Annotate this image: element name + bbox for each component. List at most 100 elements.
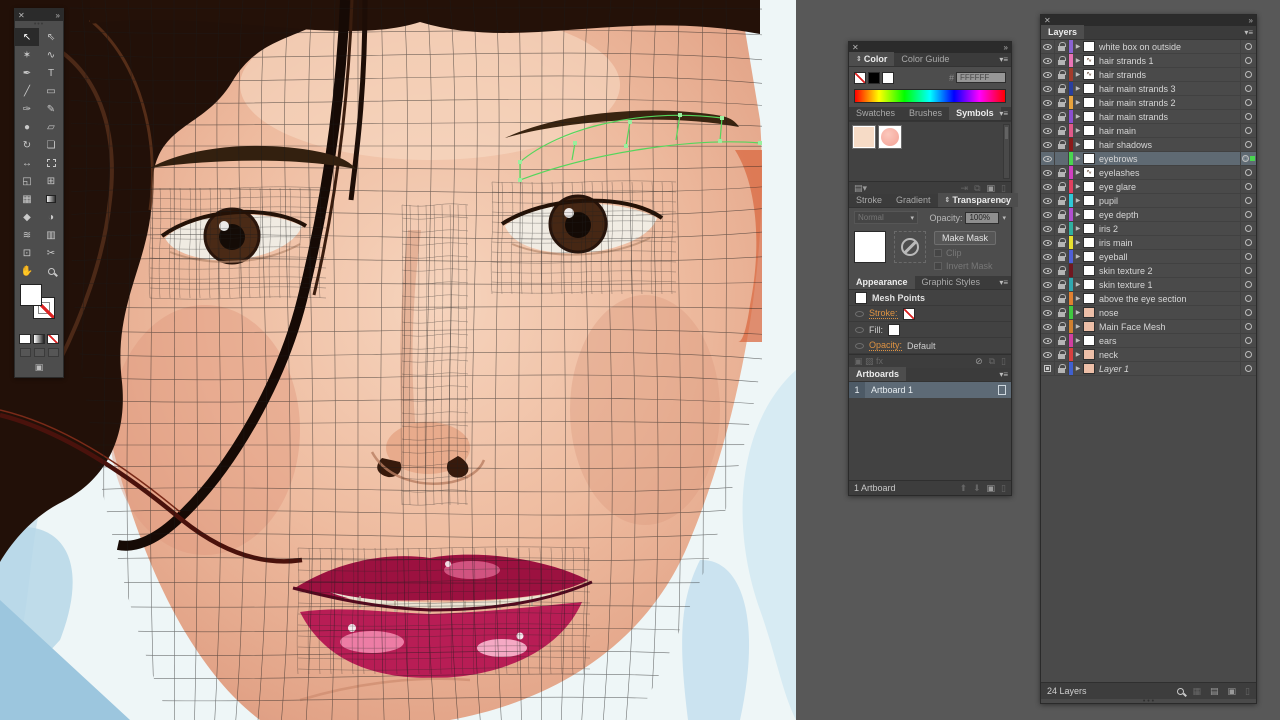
expand-triangle-icon[interactable]: ▶ — [1073, 323, 1083, 330]
delete-layer-icon[interactable]: ▯ — [1245, 686, 1250, 697]
lock-icon[interactable] — [1058, 298, 1065, 303]
artboard-name[interactable]: Artboard 1 — [865, 385, 913, 395]
symbol-skin-swatch[interactable] — [852, 125, 876, 149]
tools-drag-grip[interactable]: ••• — [15, 21, 63, 28]
panelgroup-close-icon[interactable]: ✕ — [852, 43, 859, 52]
symbols-panel-menu-icon[interactable]: ▾≡ — [999, 109, 1008, 118]
stroke-link[interactable]: Stroke: — [869, 308, 898, 319]
lock-icon[interactable] — [1058, 144, 1065, 149]
layer-row[interactable]: ▶pupil — [1041, 194, 1256, 208]
lock-icon[interactable] — [1058, 326, 1065, 331]
artboard-page-icon[interactable] — [998, 385, 1006, 395]
layer-name[interactable]: hair strands 1 — [1099, 56, 1154, 66]
layer-name[interactable]: above the eye section — [1099, 294, 1187, 304]
none-mode-button[interactable] — [47, 334, 59, 344]
color-none-swatch[interactable] — [854, 72, 866, 84]
stroke-visibility-eye-icon[interactable] — [855, 311, 864, 317]
visibility-eye-icon[interactable] — [1043, 268, 1052, 274]
hand-tool[interactable]: ✋ — [15, 262, 39, 280]
lock-icon[interactable] — [1058, 242, 1065, 247]
expand-triangle-icon[interactable]: ▶ — [1073, 141, 1083, 148]
opacity-field[interactable]: 100% — [965, 212, 999, 224]
layer-name[interactable]: iris 2 — [1099, 224, 1118, 234]
expand-triangle-icon[interactable]: ▶ — [1073, 211, 1083, 218]
delete-symbol-icon[interactable]: ▯ — [1001, 183, 1006, 194]
layer-thumbnail[interactable] — [1083, 111, 1095, 122]
layer-row[interactable]: ▶above the eye section — [1041, 292, 1256, 306]
layer-row[interactable]: ▶eye depth — [1041, 208, 1256, 222]
draw-inside-mode-button[interactable] — [48, 348, 59, 357]
expand-triangle-icon[interactable]: ▶ — [1073, 183, 1083, 190]
visibility-eye-icon[interactable] — [1043, 310, 1052, 316]
blend-tool[interactable]: ◑ — [39, 208, 63, 226]
pen-tool[interactable]: ✒ — [15, 64, 39, 82]
layer-row[interactable]: ▶hair main strands 3 — [1041, 82, 1256, 96]
layer-row[interactable]: ▶eyebrows — [1041, 152, 1256, 166]
tab-symbols[interactable]: Symbols — [949, 106, 1001, 120]
layer-name[interactable]: Main Face Mesh — [1099, 322, 1166, 332]
layer-name[interactable]: hair shadows — [1099, 140, 1152, 150]
layer-thumbnail[interactable] — [1083, 97, 1095, 108]
layer-thumbnail[interactable] — [1083, 279, 1095, 290]
artboard-row[interactable]: 1 Artboard 1 — [849, 382, 1011, 398]
screen-mode-button[interactable]: ▣ — [35, 362, 44, 373]
tab-appearance[interactable]: Appearance — [849, 275, 915, 289]
slice-tool[interactable]: ✂ — [39, 244, 63, 262]
new-symbol-icon[interactable]: ▣ — [987, 183, 996, 194]
template-layer-icon[interactable] — [1044, 365, 1051, 372]
lock-icon[interactable] — [1058, 116, 1065, 121]
rectangle-tool[interactable]: ▭ — [39, 82, 63, 100]
visibility-eye-icon[interactable] — [1043, 338, 1052, 344]
perspective-grid-tool[interactable]: ⊞ — [39, 172, 63, 190]
layer-thumbnail[interactable]: ∿ — [1083, 167, 1095, 178]
target-circle-icon[interactable] — [1245, 197, 1252, 204]
expand-triangle-icon[interactable]: ▶ — [1073, 113, 1083, 120]
opacity-visibility-eye-icon[interactable] — [855, 343, 864, 349]
layer-thumbnail[interactable] — [1083, 293, 1095, 304]
tab-stroke[interactable]: Stroke — [849, 193, 889, 207]
layer-row[interactable]: ▶iris 2 — [1041, 222, 1256, 236]
target-circle-icon[interactable] — [1245, 281, 1252, 288]
place-symbol-instance-icon[interactable]: ⇥ — [961, 183, 969, 194]
shape-builder-tool[interactable]: ◱ — [15, 172, 39, 190]
expand-triangle-icon[interactable]: ▶ — [1073, 57, 1083, 64]
opacity-dropdown-arrow-icon[interactable]: ▾ — [1002, 214, 1006, 222]
draw-behind-mode-button[interactable] — [34, 348, 45, 357]
eraser-tool[interactable]: ▱ — [39, 118, 63, 136]
tab-graphic-styles[interactable]: Graphic Styles — [915, 275, 988, 289]
appearance-panel-menu-icon[interactable]: ▾≡ — [999, 278, 1008, 287]
new-sublayer-icon[interactable]: ▤ — [1210, 686, 1219, 697]
visibility-eye-icon[interactable] — [1043, 324, 1052, 330]
tab-color-guide[interactable]: Color Guide — [894, 52, 956, 66]
lock-icon[interactable] — [1058, 340, 1065, 345]
width-tool[interactable]: ↔ — [15, 154, 39, 172]
layer-name[interactable]: iris main — [1099, 238, 1133, 248]
target-circle-icon[interactable] — [1245, 267, 1252, 274]
visibility-eye-icon[interactable] — [1043, 100, 1052, 106]
fill-swatch-white[interactable] — [20, 284, 42, 306]
layer-thumbnail[interactable] — [1083, 153, 1095, 164]
mask-thumbnail[interactable] — [894, 231, 926, 263]
tools-collapse-icon[interactable]: » — [56, 11, 60, 20]
target-circle-icon[interactable] — [1245, 141, 1252, 148]
new-artboard-icon[interactable]: ▣ — [987, 483, 996, 494]
expand-triangle-icon[interactable]: ▶ — [1073, 85, 1083, 92]
target-circle-icon[interactable] — [1245, 71, 1252, 78]
lock-icon[interactable] — [1058, 130, 1065, 135]
fill-visibility-eye-icon[interactable] — [855, 327, 864, 333]
layer-thumbnail[interactable] — [1083, 195, 1095, 206]
layers-close-icon[interactable]: ✕ — [1044, 16, 1051, 25]
invert-mask-checkbox[interactable] — [934, 262, 942, 270]
layer-thumbnail[interactable] — [1083, 41, 1095, 52]
layer-row[interactable]: ▶skin texture 1 — [1041, 278, 1256, 292]
layer-name[interactable]: eyebrows — [1099, 154, 1138, 164]
visibility-eye-icon[interactable] — [1043, 254, 1052, 260]
hex-value-field[interactable]: FFFFFF — [956, 72, 1006, 83]
layer-row[interactable]: ▶hair main strands 2 — [1041, 96, 1256, 110]
lock-icon[interactable] — [1058, 354, 1065, 359]
mesh-tool[interactable]: ▦ — [15, 190, 39, 208]
layer-row[interactable]: skin texture 2 — [1041, 264, 1256, 278]
layer-thumbnail[interactable] — [1083, 181, 1095, 192]
tab-gradient[interactable]: Gradient — [889, 193, 938, 207]
blob-brush-tool[interactable]: ● — [15, 118, 39, 136]
